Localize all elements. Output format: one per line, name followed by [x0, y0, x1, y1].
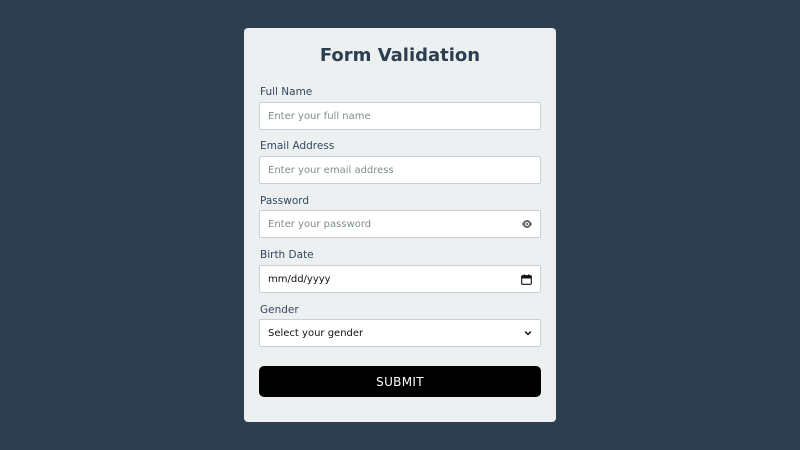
password-label: Password — [260, 195, 310, 207]
submit-button[interactable]: SUBMIT — [259, 366, 541, 397]
password-input[interactable] — [259, 210, 541, 238]
email-input[interactable] — [259, 156, 541, 184]
gender-select[interactable]: Select your gender — [259, 319, 541, 347]
full-name-input[interactable] — [259, 102, 541, 130]
gender-selected-value: Select your gender — [268, 327, 364, 339]
calendar-icon[interactable] — [521, 273, 532, 285]
birth-date-label: Birth Date — [260, 249, 314, 261]
full-name-label: Full Name — [260, 86, 313, 98]
password-wrapper — [259, 210, 541, 238]
chevron-down-icon — [524, 331, 532, 336]
birth-date-value: mm/dd/yyyy — [268, 273, 331, 285]
email-label: Email Address — [260, 140, 335, 152]
form-title: Form Validation — [319, 45, 481, 66]
birth-date-input[interactable]: mm/dd/yyyy — [259, 265, 541, 293]
gender-label: Gender — [260, 304, 299, 316]
form-card: Form Validation Full Name Email Address … — [244, 28, 556, 422]
eye-icon[interactable] — [521, 219, 533, 229]
